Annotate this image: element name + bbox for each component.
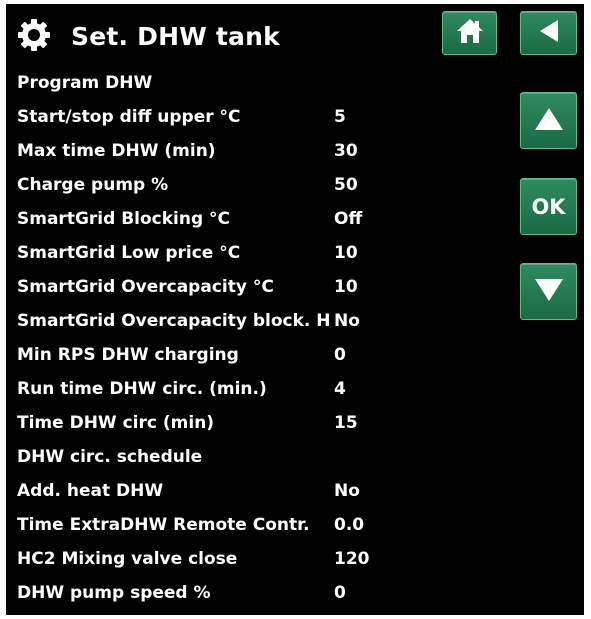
setting-value: Off: [334, 209, 363, 229]
setting-value: 0: [334, 583, 346, 603]
setting-value: 50: [334, 175, 358, 195]
setting-label: Time DHW circ (min): [17, 413, 215, 433]
ok-button[interactable]: OK: [520, 178, 577, 235]
settings-row[interactable]: Time ExtraDHW Remote Contr. 0.0: [6, 511, 506, 541]
down-arrow-icon: [533, 276, 565, 308]
settings-row[interactable]: SmartGrid Low price °C 10: [6, 239, 506, 269]
settings-row[interactable]: DHW circ. schedule: [6, 443, 506, 473]
back-button[interactable]: [520, 11, 577, 55]
setting-value: 10: [334, 243, 358, 263]
setting-value: 30: [334, 141, 358, 161]
settings-row[interactable]: SmartGrid Overcapacity block. H No: [6, 307, 506, 337]
settings-row[interactable]: Max time DHW (min) 30: [6, 137, 506, 167]
setting-label: SmartGrid Overcapacity °C: [17, 277, 274, 297]
setting-label: Min RPS DHW charging: [17, 345, 239, 365]
header: Set. DHW tank: [6, 4, 584, 68]
back-arrow-icon: [536, 18, 562, 48]
setting-value: 4: [334, 379, 346, 399]
setting-label: DHW pump speed %: [17, 583, 211, 603]
settings-row[interactable]: Time DHW circ (min) 15: [6, 409, 506, 439]
home-icon: [455, 17, 485, 49]
setting-value: 15: [334, 413, 358, 433]
settings-row[interactable]: Add. heat DHW No: [6, 477, 506, 507]
settings-row[interactable]: HC2 Mixing valve close 120: [6, 545, 506, 575]
settings-row[interactable]: Program DHW: [6, 69, 506, 99]
setting-value: 10: [334, 277, 358, 297]
gear-icon: [17, 18, 51, 52]
setting-label: SmartGrid Overcapacity block. H: [17, 311, 331, 331]
setting-label: HC2 Mixing valve close: [17, 549, 238, 569]
setting-label: SmartGrid Low price °C: [17, 243, 241, 263]
screen: Set. DHW tank OK Program DHW Start/stop …: [6, 4, 584, 615]
settings-row[interactable]: Run time DHW circ. (min.) 4: [6, 375, 506, 405]
setting-label: Time ExtraDHW Remote Contr.: [17, 515, 310, 535]
settings-row[interactable]: SmartGrid Overcapacity °C 10: [6, 273, 506, 303]
setting-value: 5: [334, 107, 346, 127]
settings-row[interactable]: Min RPS DHW charging 0: [6, 341, 506, 371]
setting-label: DHW circ. schedule: [17, 447, 203, 467]
setting-value: No: [334, 311, 360, 331]
settings-row[interactable]: SmartGrid Blocking °C Off: [6, 205, 506, 235]
scroll-up-button[interactable]: [520, 92, 577, 149]
setting-value: 0: [334, 345, 346, 365]
settings-row[interactable]: DHW pump speed % 0: [6, 579, 506, 609]
setting-value: 0.0: [334, 515, 365, 535]
home-button[interactable]: [442, 11, 497, 55]
setting-value: 120: [334, 549, 370, 569]
setting-label: Charge pump %: [17, 175, 169, 195]
setting-label: Program DHW: [17, 73, 153, 93]
settings-row[interactable]: Start/stop diff upper °C 5: [6, 103, 506, 133]
setting-label: Run time DHW circ. (min.): [17, 379, 267, 399]
page-title: Set. DHW tank: [71, 22, 280, 51]
setting-label: Max time DHW (min): [17, 141, 216, 161]
ok-label: OK: [531, 194, 566, 219]
setting-label: Start/stop diff upper °C: [17, 107, 241, 127]
up-arrow-icon: [533, 105, 565, 137]
setting-label: SmartGrid Blocking °C: [17, 209, 231, 229]
settings-row[interactable]: Charge pump % 50: [6, 171, 506, 201]
scroll-down-button[interactable]: [520, 263, 577, 320]
setting-label: Add. heat DHW: [17, 481, 164, 501]
setting-value: No: [334, 481, 360, 501]
